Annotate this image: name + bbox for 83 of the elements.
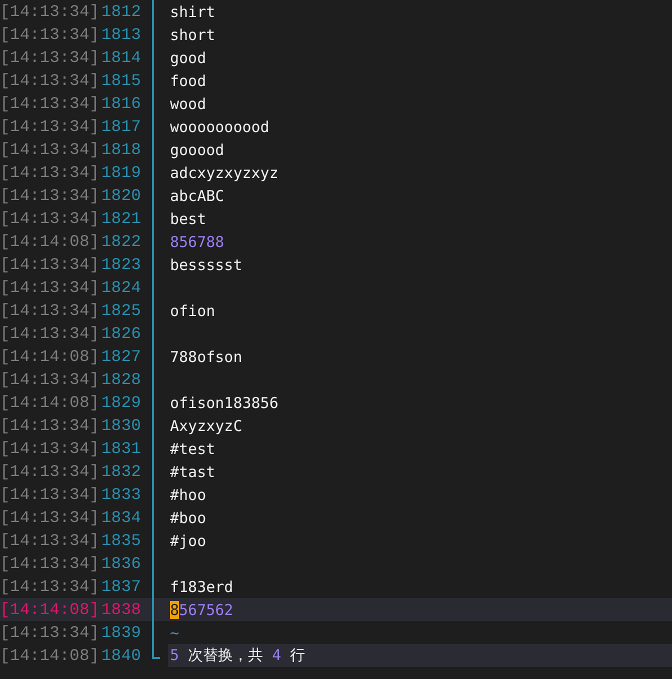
- line-number: 1834: [101, 508, 142, 527]
- line-number: 1812: [101, 2, 142, 21]
- line-number: 1819: [101, 163, 142, 182]
- timestamp: [14:14:08]: [0, 600, 100, 619]
- line-text: 788ofson: [170, 348, 242, 366]
- timestamp: [14:13:34]: [0, 577, 100, 596]
- line-text: #test: [170, 440, 216, 458]
- timestamp: [14:14:08]: [0, 232, 100, 251]
- line-number: 1816: [101, 94, 142, 113]
- line-text: f183erd: [170, 578, 234, 596]
- line-text: AxyzxyzC: [170, 416, 242, 434]
- line-number: 1832: [101, 462, 142, 481]
- line-text: short: [170, 26, 216, 44]
- line-number: 1820: [101, 186, 142, 205]
- timestamp: [14:13:34]: [0, 209, 100, 228]
- line-text: #hoo: [170, 486, 206, 504]
- timestamp: [14:13:34]: [0, 416, 100, 435]
- line-number: 1818: [101, 140, 142, 159]
- timestamp: [14:13:34]: [0, 370, 100, 389]
- timestamp: [14:13:34]: [0, 508, 100, 527]
- timestamp: [14:13:34]: [0, 117, 100, 136]
- line-text: abcABC: [170, 186, 224, 204]
- line-number: 1821: [101, 209, 142, 228]
- line-text: 8567562: [170, 600, 234, 618]
- timestamp: [14:14:08]: [0, 393, 100, 412]
- timestamp: [14:13:34]: [0, 255, 100, 274]
- timestamp: [14:13:34]: [0, 485, 100, 504]
- line-number: 1827: [101, 347, 142, 366]
- line-text: ofison183856: [170, 394, 278, 412]
- timestamp: [14:13:34]: [0, 94, 100, 113]
- timestamp: [14:14:08]: [0, 347, 100, 366]
- timestamp: [14:13:34]: [0, 2, 100, 21]
- line-number: 1825: [101, 301, 142, 320]
- line-number: 1826: [101, 324, 142, 343]
- line-text: #boo: [170, 508, 206, 526]
- status-message: 5 次替换，共 4 行: [170, 646, 306, 665]
- timestamp: [14:13:34]: [0, 71, 100, 90]
- line-number: 1817: [101, 117, 142, 136]
- line-text: bessssst: [170, 256, 242, 274]
- line-text: wood: [170, 94, 206, 112]
- line-text: good: [170, 48, 206, 66]
- line-number: 1830: [101, 416, 142, 435]
- line-number: 1837: [101, 577, 142, 596]
- timestamp: [14:13:34]: [0, 554, 100, 573]
- line-number: 1824: [101, 278, 142, 297]
- line-number: 1813: [101, 25, 142, 44]
- line-text: ofion: [170, 302, 216, 320]
- line-text: #joo: [170, 532, 206, 550]
- line-text: shirt: [170, 2, 216, 20]
- timestamp: [14:13:34]: [0, 462, 100, 481]
- line-text: food: [170, 72, 206, 90]
- line-text: woooooooood: [170, 118, 270, 136]
- timestamp: [14:13:34]: [0, 439, 100, 458]
- line-number: 1839: [101, 623, 142, 642]
- timestamp: [14:13:34]: [0, 186, 100, 205]
- timestamp: [14:13:34]: [0, 140, 100, 159]
- line-number: 1835: [101, 531, 142, 550]
- line-number: 1831: [101, 439, 142, 458]
- timestamp: [14:13:34]: [0, 301, 100, 320]
- line-text: best: [170, 210, 206, 228]
- tilde-marker: ~: [170, 624, 180, 642]
- timestamp: [14:13:34]: [0, 324, 100, 343]
- line-text: gooood: [170, 140, 224, 158]
- timestamp: [14:14:08]: [0, 646, 100, 665]
- line-number: 1840: [101, 646, 142, 665]
- timestamp: [14:13:34]: [0, 163, 100, 182]
- line-text: #tast: [170, 462, 216, 480]
- line-number: 1822: [101, 232, 142, 251]
- line-number: 1815: [101, 71, 142, 90]
- line-text: 856788: [170, 232, 224, 250]
- line-number: 1836: [101, 554, 142, 573]
- timestamp: [14:13:34]: [0, 48, 100, 67]
- timestamp: [14:13:34]: [0, 531, 100, 550]
- line-number: 1828: [101, 370, 142, 389]
- line-number: 1823: [101, 255, 142, 274]
- line-text: adcxyzxyzxyz: [170, 164, 278, 182]
- line-number: 1838: [101, 600, 142, 619]
- line-number: 1833: [101, 485, 142, 504]
- line-number: 1829: [101, 393, 142, 412]
- line-number: 1814: [101, 48, 142, 67]
- timestamp: [14:13:34]: [0, 25, 100, 44]
- timestamp: [14:13:34]: [0, 278, 100, 297]
- timestamp: [14:13:34]: [0, 623, 100, 642]
